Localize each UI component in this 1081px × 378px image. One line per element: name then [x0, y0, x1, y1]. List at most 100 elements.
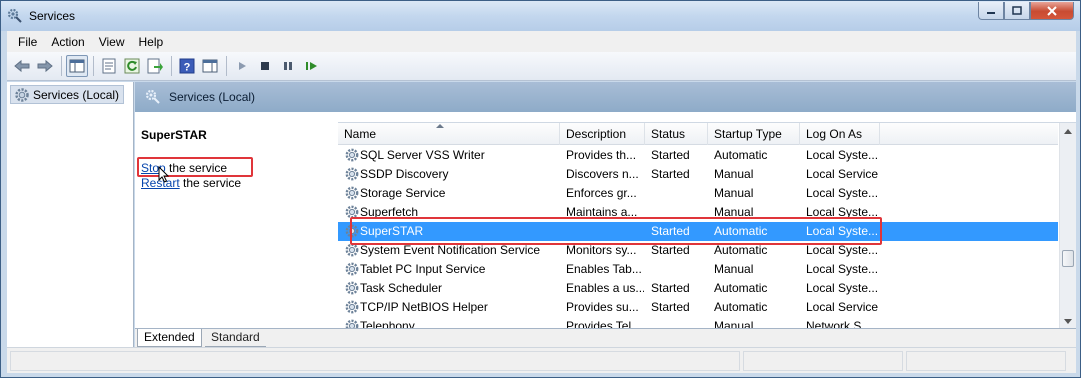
properties-button[interactable]	[98, 55, 120, 77]
column-header-log-on-as[interactable]: Log On As	[800, 123, 880, 145]
stop-service-button[interactable]	[254, 55, 276, 77]
toolbar-separator	[171, 56, 172, 76]
toolbar-separator	[93, 56, 94, 76]
cell-description: Enables Tab...	[566, 262, 642, 276]
vertical-scrollbar[interactable]	[1059, 123, 1076, 328]
cell-logon: Local Syste...	[806, 186, 879, 200]
menu-file[interactable]: File	[11, 35, 44, 49]
search-gear-icon	[145, 89, 160, 104]
menu-view[interactable]: View	[92, 35, 132, 49]
service-row[interactable]: Telephony Provides Tel... Manual Network S.…	[338, 317, 1058, 328]
column-label: Name	[344, 127, 377, 141]
minimize-button[interactable]	[978, 2, 1004, 20]
pause-service-button[interactable]	[277, 55, 299, 77]
back-button[interactable]	[11, 55, 33, 77]
service-row[interactable]: SQL Server VSS Writer Provides th... Start…	[338, 146, 1058, 165]
cell-logon: Local Service	[806, 300, 879, 314]
cell-description: Enables a us...	[566, 281, 644, 295]
column-label: Startup Type	[714, 127, 782, 141]
service-gear-icon	[345, 167, 359, 181]
close-icon	[1047, 5, 1057, 16]
console-tree: Services (Local)	[7, 82, 134, 347]
cell-startup: Automatic	[714, 148, 768, 162]
help-button[interactable]: ?	[176, 55, 198, 77]
cell-status: Started	[651, 148, 690, 162]
tab-standard[interactable]: Standard	[205, 329, 266, 347]
cell-name: Tablet PC Input Service	[360, 262, 486, 276]
cell-startup: Manual	[714, 262, 754, 276]
cell-name: SSDP Discovery	[360, 167, 449, 181]
window-title: Services	[29, 9, 76, 23]
cell-startup: Manual	[714, 167, 754, 181]
refresh-button[interactable]	[121, 55, 143, 77]
service-row[interactable]: Task Scheduler Enables a us... Started Auto…	[338, 279, 1058, 298]
service-row[interactable]: TCP/IP NetBIOS Helper Provides su... Start…	[338, 298, 1058, 317]
scrollbar-thumb[interactable]	[1062, 250, 1074, 267]
cell-status: Started	[651, 300, 690, 314]
cell-status: Started	[651, 167, 690, 181]
column-header-description[interactable]: Description	[560, 123, 645, 145]
service-row[interactable]: Tablet PC Input Service Enables Tab... Man…	[338, 260, 1058, 279]
service-gear-icon	[345, 186, 359, 200]
restart-service-button[interactable]	[300, 55, 322, 77]
service-row[interactable]: SSDP Discovery Discovers n... Started Manua…	[338, 165, 1058, 184]
menu-action[interactable]: Action	[44, 35, 91, 49]
column-header-status[interactable]: Status	[645, 123, 708, 145]
title-bar[interactable]: Services	[1, 1, 1080, 31]
service-gear-icon	[345, 319, 359, 328]
cell-description: Provides Tel...	[566, 319, 642, 328]
scroll-down-button[interactable]	[1060, 313, 1076, 328]
scroll-down-icon	[1064, 318, 1072, 324]
cell-startup: Manual	[714, 186, 754, 200]
cell-name: Storage Service	[360, 186, 446, 200]
service-gear-icon	[345, 262, 359, 276]
restart-action: Restart the service	[141, 176, 241, 190]
column-header-name[interactable]: Name	[338, 123, 560, 145]
status-cell	[10, 351, 740, 371]
toolbar-separator	[226, 56, 227, 76]
selected-row-highlight	[350, 217, 882, 245]
status-cell	[743, 351, 903, 371]
pause-service-icon	[284, 62, 292, 70]
cell-name: Telephony	[360, 319, 415, 328]
scroll-up-icon	[1064, 128, 1072, 134]
sort-ascending-icon	[436, 124, 444, 128]
service-gear-icon	[345, 281, 359, 295]
mouse-cursor-icon	[158, 166, 170, 183]
status-cell	[906, 351, 1066, 371]
window-controls	[978, 2, 1074, 20]
show-hide-console-tree-icon	[69, 59, 85, 73]
column-header-startup-type[interactable]: Startup Type	[708, 123, 800, 145]
forward-button[interactable]	[34, 55, 56, 77]
show-action-pane-icon	[202, 59, 218, 73]
maximize-button[interactable]	[1004, 2, 1030, 20]
show-hide-console-tree-button[interactable]	[66, 55, 88, 77]
show-action-pane-button[interactable]	[199, 55, 221, 77]
cell-logon: Local Syste...	[806, 281, 879, 295]
gear-icon	[15, 88, 29, 102]
cell-logon: Local Syste...	[806, 262, 879, 276]
tree-item-label: Services (Local)	[33, 87, 120, 102]
forward-arrow-icon	[37, 59, 53, 73]
service-row[interactable]: Storage Service Enforces gr... Manual Local…	[338, 184, 1058, 203]
stop-link-highlight	[137, 157, 253, 177]
scroll-up-button[interactable]	[1060, 123, 1076, 139]
start-service-button[interactable]	[231, 55, 253, 77]
close-button[interactable]	[1030, 2, 1074, 20]
tree-item-services-local[interactable]: Services (Local)	[10, 85, 125, 104]
tab-extended[interactable]: Extended	[137, 329, 202, 347]
cell-description: Enforces gr...	[566, 186, 637, 200]
export-list-icon	[147, 58, 163, 74]
panel-title: Services (Local)	[169, 90, 256, 104]
properties-icon	[102, 58, 116, 74]
export-list-button[interactable]	[144, 55, 166, 77]
selected-service-name: SuperSTAR	[141, 128, 207, 142]
panel-header: Services (Local)	[135, 82, 1076, 112]
service-gear-icon	[345, 300, 359, 314]
refresh-icon	[124, 58, 140, 74]
cell-startup: Automatic	[714, 300, 768, 314]
services-gear-icon	[7, 8, 22, 23]
cell-status	[651, 184, 707, 203]
back-arrow-icon	[14, 59, 30, 73]
menu-help[interactable]: Help	[132, 35, 171, 49]
